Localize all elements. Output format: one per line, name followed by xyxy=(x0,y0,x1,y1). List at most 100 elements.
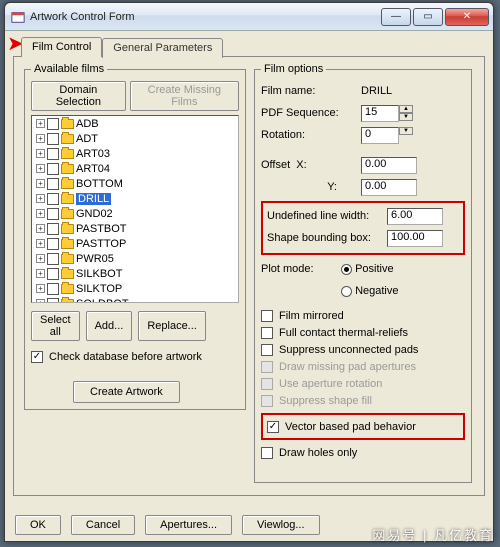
shape-bounding-box-input[interactable]: 100.00 xyxy=(387,230,443,247)
maximize-button[interactable]: ▭ xyxy=(413,8,443,26)
ok-button[interactable]: OK xyxy=(15,515,61,535)
create-artwork-button[interactable]: Create Artwork xyxy=(73,381,180,403)
offset-y-input[interactable]: 0.00 xyxy=(361,179,417,196)
close-button[interactable]: ✕ xyxy=(445,8,489,26)
folder-icon xyxy=(61,179,74,189)
titlebar[interactable]: Artwork Control Form — ▭ ✕ xyxy=(5,3,493,31)
cancel-button[interactable]: Cancel xyxy=(71,515,135,535)
option-checkbox[interactable] xyxy=(261,310,273,322)
expand-icon[interactable]: + xyxy=(36,299,45,303)
tree-item[interactable]: + SOLDBOT xyxy=(32,296,238,303)
expand-icon[interactable]: + xyxy=(36,269,45,278)
client-area: Film Control General Parameters Availabl… xyxy=(5,31,493,541)
tree-item[interactable]: +GND02 xyxy=(32,206,238,221)
tree-item-label: DRILL xyxy=(76,193,111,205)
option-checkbox[interactable] xyxy=(267,421,279,433)
tree-item-checkbox[interactable] xyxy=(47,178,59,190)
tree-item-checkbox[interactable] xyxy=(47,208,59,220)
expand-icon[interactable]: + xyxy=(36,149,45,158)
plot-mode-negative-label: Negative xyxy=(355,285,398,297)
expand-icon[interactable]: + xyxy=(36,179,45,188)
expand-icon[interactable]: + xyxy=(36,284,45,293)
folder-icon xyxy=(61,269,74,279)
option-label: Use aperture rotation xyxy=(279,378,382,390)
film-options-group: Film options Film name: DRILL PDF Sequen… xyxy=(254,63,472,483)
expand-icon[interactable]: + xyxy=(36,224,45,233)
option-label: Full contact thermal-reliefs xyxy=(279,327,408,339)
tree-item-label: SILKBOT xyxy=(76,268,122,280)
offset-x-input[interactable]: 0.00 xyxy=(361,157,417,174)
films-tree[interactable]: +ADB+ADT+ART03+ART04+BOTTOM+DRILL+GND02+… xyxy=(31,115,239,303)
pdf-seq-down-icon[interactable]: ▼ xyxy=(399,113,413,121)
tree-item-checkbox[interactable] xyxy=(47,133,59,145)
expand-icon[interactable]: + xyxy=(36,209,45,218)
tree-item-checkbox[interactable] xyxy=(47,238,59,250)
rotation-dropdown-icon[interactable]: ▼ xyxy=(399,127,413,135)
folder-icon xyxy=(61,299,74,304)
folder-icon xyxy=(61,284,74,294)
tree-item-checkbox[interactable] xyxy=(47,253,59,265)
check-database-label: Check database before artwork xyxy=(49,351,202,363)
expand-icon[interactable]: + xyxy=(36,194,45,203)
option-checkbox xyxy=(261,361,273,373)
viewlog-button[interactable]: Viewlog... xyxy=(242,515,320,535)
undefined-line-width-label: Undefined line width: xyxy=(267,210,387,222)
folder-icon xyxy=(61,134,74,144)
tree-item[interactable]: + PWR05 xyxy=(32,251,238,266)
tree-item[interactable]: +BOTTOM xyxy=(32,176,238,191)
option-checkbox[interactable] xyxy=(261,327,273,339)
tree-item-label: ART04 xyxy=(76,163,110,175)
tree-item[interactable]: +ADB xyxy=(32,116,238,131)
tree-item-checkbox[interactable] xyxy=(47,118,59,130)
expand-icon[interactable]: + xyxy=(36,119,45,128)
tree-item-label: PWR05 xyxy=(76,253,114,265)
rotation-input[interactable]: 0 xyxy=(361,127,399,144)
tab-general-parameters[interactable]: General Parameters xyxy=(102,38,223,58)
tree-item[interactable]: + ART04 xyxy=(32,161,238,176)
tree-item-checkbox[interactable] xyxy=(47,268,59,280)
select-all-button[interactable]: Select all xyxy=(31,311,80,341)
create-missing-films-button[interactable]: Create Missing Films xyxy=(130,81,239,111)
tree-item[interactable]: + PASTBOT xyxy=(32,221,238,236)
tree-item[interactable]: +PASTTOP xyxy=(32,236,238,251)
option-label: Suppress shape fill xyxy=(279,395,372,407)
option-checkbox[interactable] xyxy=(261,344,273,356)
expand-icon[interactable]: + xyxy=(36,239,45,248)
tree-item[interactable]: +SILKTOP xyxy=(32,281,238,296)
tree-item-checkbox[interactable] xyxy=(47,148,59,160)
pdf-sequence-input[interactable]: 15 xyxy=(361,105,399,122)
tree-item-checkbox[interactable] xyxy=(47,193,59,205)
option-checkbox[interactable] xyxy=(261,447,273,459)
tree-item[interactable]: + SILKBOT xyxy=(32,266,238,281)
expand-icon[interactable]: + xyxy=(36,134,45,143)
plot-mode-negative-radio[interactable] xyxy=(341,286,352,297)
expand-icon[interactable]: + xyxy=(36,254,45,263)
folder-icon xyxy=(61,164,74,174)
option-row: Draw missing pad apertures xyxy=(261,358,465,375)
plot-mode-positive-radio[interactable] xyxy=(341,264,352,275)
apertures-button[interactable]: Apertures... xyxy=(145,515,232,535)
minimize-button[interactable]: — xyxy=(381,8,411,26)
tree-item-label: ADT xyxy=(76,133,98,145)
plot-mode-positive-label: Positive xyxy=(355,263,394,275)
option-checkbox xyxy=(261,378,273,390)
tree-item-checkbox[interactable] xyxy=(47,223,59,235)
folder-icon xyxy=(61,224,74,234)
replace-button[interactable]: Replace... xyxy=(138,311,206,341)
tree-item-checkbox[interactable] xyxy=(47,283,59,295)
expand-icon[interactable]: + xyxy=(36,164,45,173)
tree-item-checkbox[interactable] xyxy=(47,298,59,304)
domain-selection-button[interactable]: Domain Selection xyxy=(31,81,126,111)
pdf-seq-up-icon[interactable]: ▲ xyxy=(399,105,413,113)
tree-item[interactable]: + DRILL xyxy=(32,191,238,206)
tree-item[interactable]: +ART03 xyxy=(32,146,238,161)
tree-item-label: PASTBOT xyxy=(76,223,127,235)
add-button[interactable]: Add... xyxy=(86,311,133,341)
tree-item-checkbox[interactable] xyxy=(47,163,59,175)
tree-item[interactable]: + ADT xyxy=(32,131,238,146)
rotation-label: Rotation: xyxy=(261,129,361,141)
tree-item-label: SOLDBOT xyxy=(76,298,129,304)
check-database-checkbox[interactable] xyxy=(31,351,43,363)
tab-film-control[interactable]: Film Control xyxy=(21,37,102,57)
undefined-line-width-input[interactable]: 6.00 xyxy=(387,208,443,225)
